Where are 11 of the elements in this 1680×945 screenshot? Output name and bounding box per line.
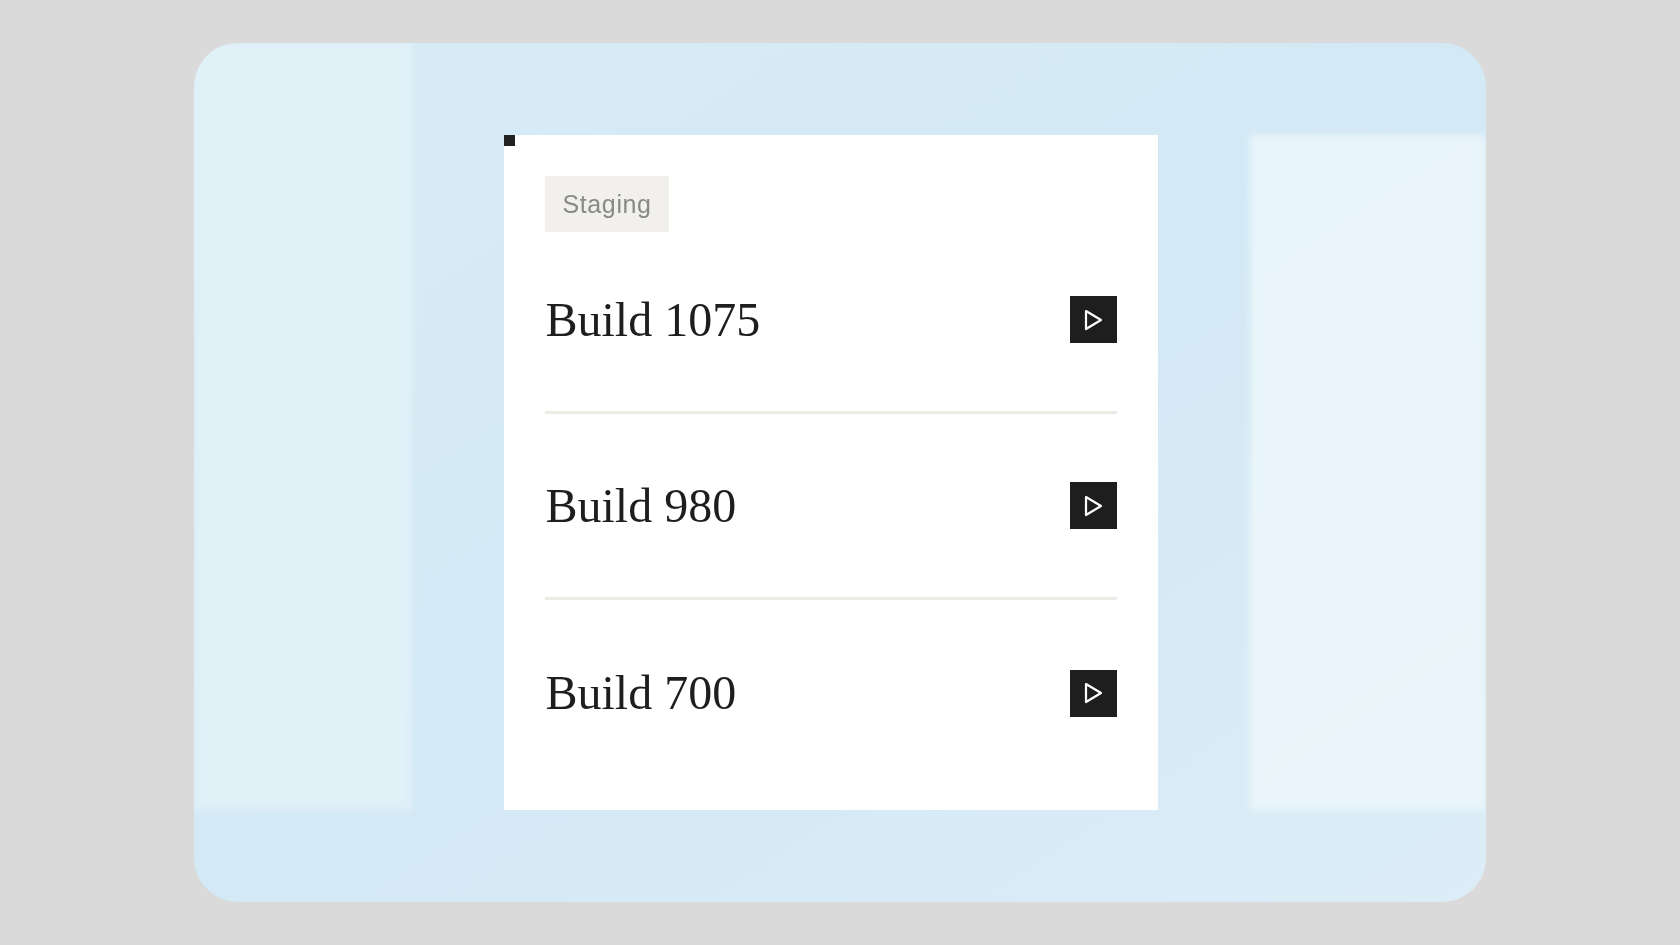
play-button[interactable] bbox=[1069, 296, 1117, 343]
play-button[interactable] bbox=[1069, 482, 1117, 529]
play-button[interactable] bbox=[1069, 669, 1117, 717]
build-title: Build 700 bbox=[545, 665, 737, 721]
build-title: Build 980 bbox=[545, 477, 737, 534]
status-tag: Staging bbox=[545, 176, 669, 232]
build-title: Build 1075 bbox=[545, 291, 761, 348]
play-icon bbox=[1083, 494, 1104, 517]
play-icon bbox=[1083, 682, 1104, 704]
corner-marker bbox=[504, 135, 516, 146]
play-icon bbox=[1083, 308, 1104, 331]
